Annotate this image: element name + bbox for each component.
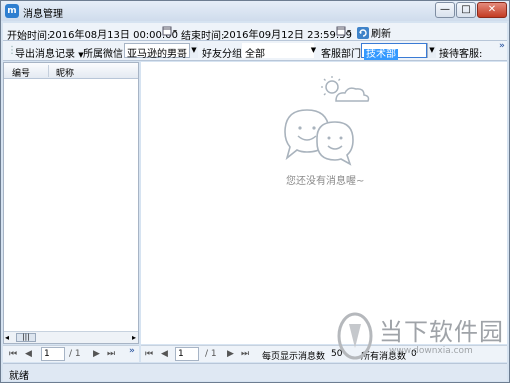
reception-agent-label: 接待客服: — [439, 49, 483, 60]
close-button[interactable]: ✕ — [477, 2, 507, 18]
page-total: / 1 — [205, 349, 217, 359]
watermark-url: www.downxia.com — [389, 346, 473, 356]
app-window: m 消息管理 — □ ✕ 开始时间: 2016年08月13日 00:00:00 … — [0, 0, 510, 383]
app-logo-icon: m — [5, 4, 19, 18]
page-total: / 1 — [69, 349, 81, 359]
calendar-icon — [336, 26, 351, 36]
empty-state-message: 您还没有消息喔~ — [286, 176, 365, 187]
toolbar-overflow-button[interactable]: » — [499, 41, 505, 51]
service-dept-label: 客服部门: — [321, 49, 365, 60]
column-header-id[interactable]: 编号 — [12, 66, 30, 79]
next-page-icon[interactable]: ▶ — [227, 349, 234, 359]
horizontal-scrollbar[interactable]: ◂ ||| ▸ — [4, 331, 138, 343]
start-time-label: 开始时间: — [7, 31, 51, 42]
chevron-down-icon[interactable]: ▼ — [427, 43, 436, 58]
per-page-label: 每页显示消息数 — [262, 352, 326, 362]
first-page-icon[interactable]: ⏮ — [145, 349, 153, 359]
start-calendar-button[interactable] — [161, 25, 179, 40]
window-title: 消息管理 — [23, 9, 63, 20]
refresh-button[interactable]: 刷新 — [357, 25, 391, 40]
export-records-label: 导出消息记录 — [15, 49, 75, 60]
service-dept-select[interactable]: 技术部 — [361, 43, 427, 60]
options-toolbar: ⋮ 导出消息记录 ▼ 所属微信: 亚马逊的男哥 ▼ 好友分组: 全部 ▼ 客服部… — [3, 41, 507, 61]
end-calendar-button[interactable] — [335, 25, 353, 40]
last-page-icon[interactable]: ⏭ — [241, 349, 249, 359]
end-time-field[interactable]: 2016年09月12日 23:59:59 — [221, 25, 352, 41]
status-text: 就绪 — [9, 371, 29, 382]
contact-list-pane: 编号 昵称 ◂ ||| ▸ — [3, 62, 139, 344]
friend-group-select[interactable]: 全部 — [242, 43, 314, 60]
column-header-nickname[interactable]: 昵称 — [56, 66, 74, 79]
message-pane: 您还没有消息喔~ — [141, 62, 507, 344]
scroll-left-arrow-icon[interactable]: ◂ — [5, 332, 15, 343]
prev-page-icon[interactable]: ◀ — [25, 349, 32, 359]
refresh-label: 刷新 — [371, 29, 391, 40]
contact-pager: ⏮ ◀ 1 / 1 ▶ ⏭ » — [3, 345, 139, 362]
site-watermark: 当下软件园 www.downxia.com — [331, 308, 510, 378]
start-time-field[interactable]: 2016年08月13日 00:00:00 — [47, 25, 178, 41]
prev-page-icon[interactable]: ◀ — [161, 349, 168, 359]
scroll-thumb[interactable]: ||| — [16, 333, 36, 342]
last-page-icon[interactable]: ⏭ — [107, 349, 115, 359]
maximize-button[interactable]: □ — [456, 2, 476, 18]
column-divider — [48, 65, 49, 77]
next-page-icon[interactable]: ▶ — [93, 349, 100, 359]
export-records-menu[interactable]: 导出消息记录 ▼ — [15, 45, 84, 60]
minimize-button[interactable]: — — [435, 2, 455, 18]
page-number-input[interactable]: 1 — [175, 347, 199, 361]
pager-overflow-button[interactable]: » — [129, 346, 135, 356]
wechat-account-label: 所属微信: — [83, 49, 127, 60]
contact-table-header: 编号 昵称 — [4, 63, 138, 79]
calendar-icon — [162, 26, 177, 36]
refresh-icon — [357, 26, 369, 39]
page-number-input[interactable]: 1 — [41, 347, 65, 361]
first-page-icon[interactable]: ⏮ — [9, 349, 17, 359]
filter-toolbar: 开始时间: 2016年08月13日 00:00:00 结束时间: 2016年09… — [3, 23, 507, 42]
watermark-logo-icon — [337, 312, 373, 360]
wechat-account-select[interactable]: 亚马逊的男哥 — [124, 43, 190, 60]
title-bar: m 消息管理 — □ ✕ — [1, 1, 509, 21]
end-time-label: 结束时间: — [181, 31, 225, 42]
watermark-text: 当下软件园 — [379, 318, 504, 346]
chat-bubbles-icon — [284, 109, 354, 166]
scroll-right-arrow-icon[interactable]: ▸ — [126, 332, 136, 343]
friend-group-label: 好友分组: — [202, 49, 246, 60]
chevron-down-icon[interactable]: ▼ — [309, 43, 318, 58]
chevron-down-icon[interactable]: ▼ — [189, 43, 198, 58]
service-dept-value: 技术部 — [364, 49, 398, 60]
